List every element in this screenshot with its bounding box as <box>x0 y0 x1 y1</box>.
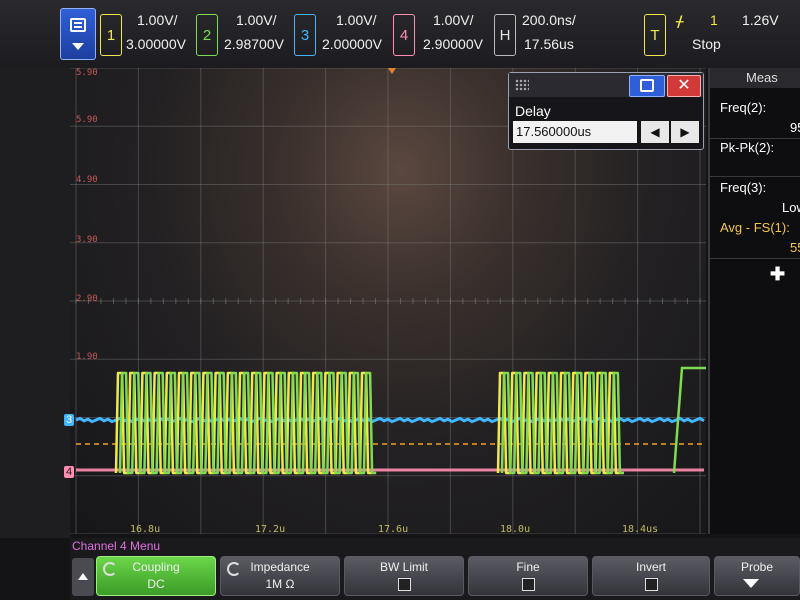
bw-limit-title: BW Limit <box>380 560 428 574</box>
meas-3-value: Low <box>782 200 800 215</box>
x-label-4: 18.4us <box>622 524 659 535</box>
probe-title: Probe <box>740 560 774 574</box>
delay-decrement-button[interactable]: ◀ <box>641 121 669 143</box>
coupling-value: DC <box>147 577 165 591</box>
trigger-label: T <box>644 14 666 56</box>
probe-softkey[interactable]: Probe <box>714 556 800 596</box>
impedance-softkey[interactable]: Impedance 1M Ω <box>220 556 340 596</box>
x-label-1: 17.2u <box>255 524 286 535</box>
menu-icon <box>70 18 86 32</box>
channel-3-offset: 2.00000V <box>322 36 382 52</box>
menu-icon <box>640 79 654 92</box>
measurements-panel: Meas Freq(2): 95 Pk-Pk(2): Freq(3): Low … <box>708 68 800 534</box>
delay-label: Delay <box>515 103 551 119</box>
delay-dialog: ✕ Delay 17.560000us ◀ ▶ <box>508 72 704 150</box>
channel-2-number: 2 <box>196 14 218 56</box>
channel-1-number: 1 <box>100 14 122 56</box>
trigger-channel: 1 <box>710 12 718 28</box>
delay-dialog-menu-button[interactable] <box>629 75 665 97</box>
meas-1-label[interactable]: Freq(2): <box>720 100 766 115</box>
y-label-5: 1.90 <box>76 352 98 362</box>
x-label-0: 16.8u <box>130 524 161 535</box>
delay-dialog-close-button[interactable]: ✕ <box>667 75 701 97</box>
bw-limit-softkey[interactable]: BW Limit <box>344 556 464 596</box>
down-arrow-icon <box>743 579 759 588</box>
impedance-title: Impedance <box>250 560 310 574</box>
y-label-3: 3.90 <box>76 235 98 245</box>
fine-softkey[interactable]: Fine <box>468 556 588 596</box>
trigger-position-marker <box>388 68 396 74</box>
horizontal-delay: 17.56us <box>524 36 574 52</box>
y-label-0: 5.90 <box>76 68 98 78</box>
trigger-level: 1.26V <box>742 12 779 28</box>
right-arrow-icon: ▶ <box>680 125 690 139</box>
channel-2-scale: 1.00V/ <box>236 12 277 28</box>
top-status-bar: 1 1.00V/ 3.00000V 2 1.00V/ 2.98700V 3 1.… <box>0 0 800 68</box>
channel-2-offset: 2.98700V <box>224 36 284 52</box>
channel-4-scale: 1.00V/ <box>433 12 474 28</box>
horizontal-scale: 200.0ns/ <box>522 12 576 28</box>
x-label-2: 17.6u <box>378 524 409 535</box>
x-label-3: 18.0u <box>500 524 531 535</box>
meas-4-value: 55 <box>790 240 800 255</box>
channel-1-offset: 3.00000V <box>126 36 186 52</box>
bw-limit-checkbox[interactable] <box>398 578 411 591</box>
left-bezel <box>0 68 70 538</box>
invert-softkey[interactable]: Invert <box>592 556 710 596</box>
channel-3-scale: 1.00V/ <box>336 12 377 28</box>
channel-3-ground-marker[interactable]: 3 <box>64 414 75 426</box>
acquisition-status: Stop <box>692 36 721 52</box>
delay-value-field[interactable]: 17.560000us <box>513 121 637 143</box>
measurements-title: Meas <box>710 68 800 88</box>
horizontal-status[interactable]: H 200.0ns/ 17.56us <box>494 8 594 58</box>
meas-1-value: 95 <box>790 120 800 135</box>
channel-4-status[interactable]: 4 1.00V/ 2.90000V <box>393 8 488 58</box>
y-label-2: 4.90 <box>76 175 98 185</box>
channel-3-number: 3 <box>294 14 316 56</box>
softkey-back-button[interactable] <box>72 558 94 596</box>
delay-dialog-titlebar[interactable]: ✕ <box>509 73 703 97</box>
meas-separator <box>710 138 800 139</box>
rising-edge-icon: ᚋ <box>676 13 684 30</box>
channel-4-ground-marker[interactable]: 4 <box>64 466 75 478</box>
channel-3-status[interactable]: 3 1.00V/ 2.00000V <box>294 8 389 58</box>
add-measurement-icon[interactable]: ✚ <box>770 264 785 285</box>
channel-1-status[interactable]: 1 1.00V/ 3.00000V <box>100 8 195 58</box>
delay-increment-button[interactable]: ▶ <box>671 121 699 143</box>
channel-2-trace <box>500 371 624 475</box>
dropdown-arrow-icon <box>72 43 84 50</box>
horizontal-label: H <box>494 14 516 56</box>
channel-2-status[interactable]: 2 1.00V/ 2.98700V <box>196 8 291 58</box>
trigger-status[interactable]: T ᚋ 1 1.26V Stop <box>644 8 800 58</box>
meas-4-label[interactable]: Avg - FS(1): <box>720 220 790 235</box>
invert-title: Invert <box>635 560 666 574</box>
y-label-1: 5.90 <box>76 115 98 125</box>
drag-handle-icon[interactable] <box>515 79 529 91</box>
impedance-value: 1M Ω <box>265 577 295 591</box>
invert-checkbox[interactable] <box>645 578 658 591</box>
coupling-softkey[interactable]: Coupling DC <box>96 556 216 596</box>
fine-checkbox[interactable] <box>522 578 535 591</box>
meas-separator <box>710 176 800 177</box>
fine-title: Fine <box>516 560 540 574</box>
channel-1-scale: 1.00V/ <box>137 12 178 28</box>
channel-menu-title: Channel 4 Menu <box>70 538 800 554</box>
meas-2-label[interactable]: Pk-Pk(2): <box>720 140 774 155</box>
softkey-bar: Coupling DC Impedance 1M Ω BW Limit Fine… <box>70 554 800 600</box>
main-menu-button[interactable] <box>60 8 96 60</box>
channel-4-number: 4 <box>393 14 415 56</box>
meas-3-label[interactable]: Freq(3): <box>720 180 766 195</box>
coupling-title: Coupling <box>132 560 180 574</box>
close-icon: ✕ <box>677 77 691 94</box>
channel-4-offset: 2.90000V <box>423 36 483 52</box>
y-label-4: 2.90 <box>76 294 98 304</box>
meas-separator <box>710 258 800 259</box>
left-arrow-icon: ◀ <box>650 125 660 139</box>
